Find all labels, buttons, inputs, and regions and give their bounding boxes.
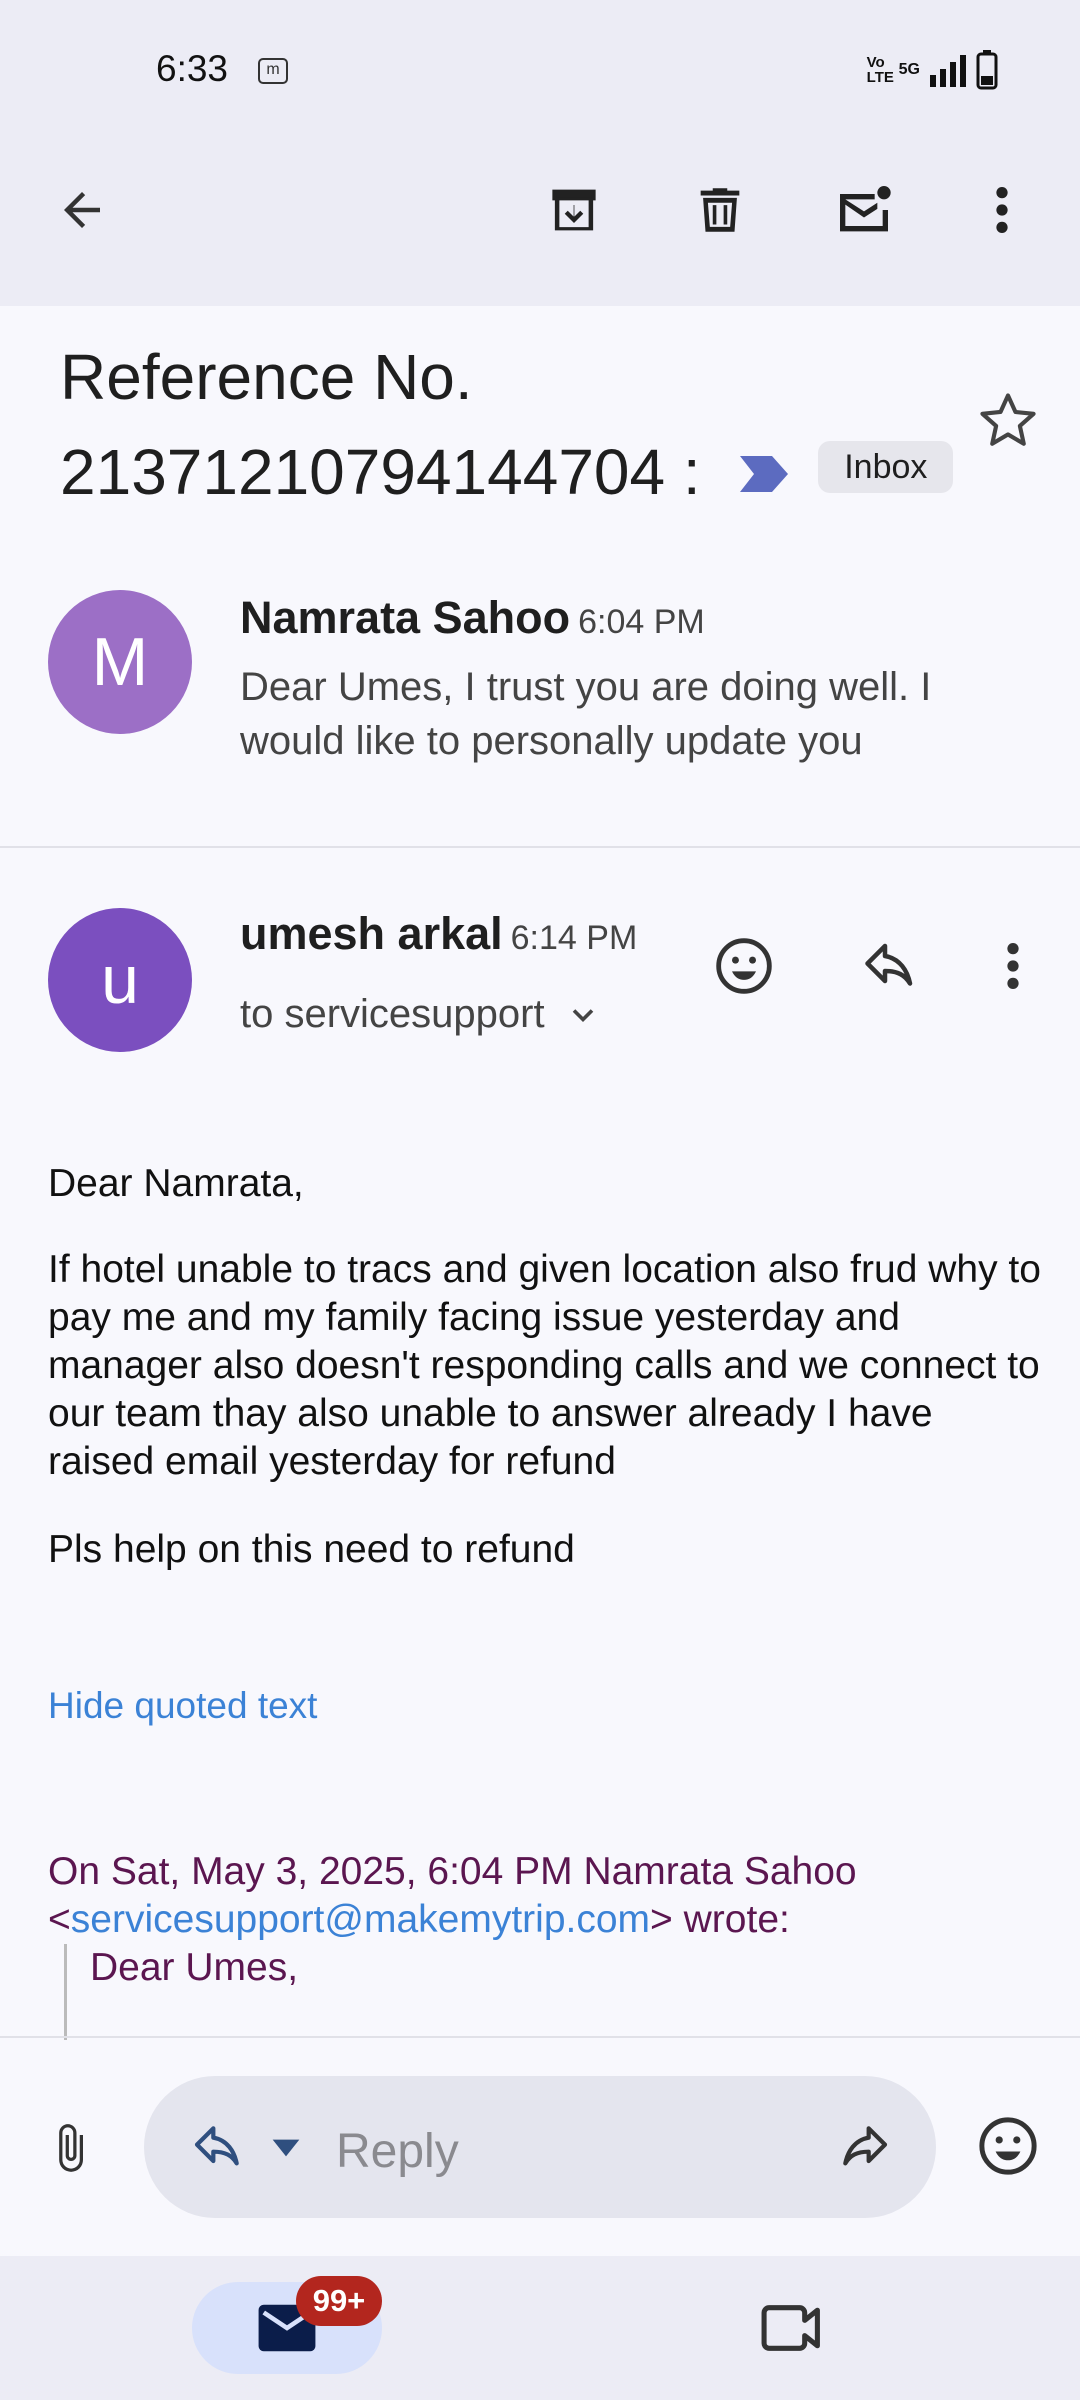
star-icon[interactable]	[972, 384, 1044, 456]
reply-divider	[0, 2036, 1080, 2038]
mark-unread-icon[interactable]	[830, 176, 898, 244]
archive-icon[interactable]	[540, 176, 608, 244]
avatar-u[interactable]: u	[48, 908, 192, 1052]
quote-bar	[64, 1944, 67, 2040]
meet-video-icon[interactable]	[756, 2296, 828, 2360]
quoted-header: On Sat, May 3, 2025, 6:04 PM Namrata Sah…	[48, 1848, 1048, 1992]
thread-divider	[0, 846, 1080, 848]
quote-header-line-2: <servicesupport@makemytrip.com> wrote:	[48, 1896, 1048, 1944]
sender-2-time: 6:14 PM	[510, 919, 638, 957]
more-vert-icon[interactable]	[968, 176, 1036, 244]
signal-icon	[930, 55, 966, 87]
quoted-line: Dear Umes,	[90, 1946, 299, 1989]
recipient-details-toggle[interactable]: to servicesupport	[240, 992, 601, 1037]
avatar-m[interactable]: M	[48, 590, 192, 734]
delete-icon[interactable]	[686, 176, 754, 244]
volte-label: Vo LTE	[866, 54, 894, 86]
sender-name-2[interactable]: umesh arkal 6:14 PM	[240, 908, 637, 960]
quote-wrote: > wrote:	[650, 1898, 790, 1941]
inbox-label-chip[interactable]: Inbox	[818, 441, 954, 494]
recipient-text: to servicesupport	[240, 992, 545, 1036]
reply-type-icon[interactable]	[180, 2114, 256, 2180]
important-marker-icon	[740, 456, 789, 492]
mail-unread-badge: 99+	[296, 2276, 382, 2326]
sender-1-name: Namrata Sahoo	[240, 592, 571, 643]
reply-icon[interactable]	[852, 928, 928, 1004]
reply-compose-bar[interactable]	[144, 2076, 936, 2218]
status-icons: Vo LTE 5G	[867, 50, 998, 90]
forward-icon[interactable]	[826, 2114, 902, 2180]
back-arrow-icon[interactable]	[48, 176, 116, 244]
hide-quoted-text-link[interactable]: Hide quoted text	[48, 1682, 1048, 1730]
quote-lt: <	[48, 1898, 71, 1941]
attachment-icon[interactable]	[36, 2110, 104, 2186]
message-greeting: Dear Namrata,	[48, 1162, 304, 1205]
subject-text: Reference No. 21371210794144704 :	[60, 341, 701, 508]
network-5g-label: 5G	[898, 61, 920, 78]
reply-input[interactable]: Reply	[336, 2124, 459, 2179]
quote-header-line-1: On Sat, May 3, 2025, 6:04 PM Namrata Sah…	[48, 1850, 857, 1893]
sender-1-time: 6:04 PM	[578, 603, 705, 641]
message-snippet[interactable]: Dear Umes, I trust you are doing well. I…	[240, 660, 1000, 768]
status-time: 6:33	[156, 48, 229, 89]
caret-down-icon[interactable]	[264, 2130, 308, 2166]
sender-2-name: umesh arkal	[240, 908, 503, 959]
message-paragraph-2: Pls help on this need to refund	[48, 1528, 575, 1571]
message-more-icon[interactable]	[988, 928, 1038, 1004]
email-subject: Reference No. 21371210794144704 : Inbox	[60, 330, 960, 520]
emoji-icon[interactable]	[970, 2108, 1046, 2184]
emoji-reaction-icon[interactable]	[706, 928, 782, 1004]
bottom-navigation	[0, 2256, 1080, 2400]
sender-name-1[interactable]: Namrata Sahoo 6:04 PM	[240, 592, 705, 644]
message-paragraph-1: If hotel unable to tracs and given locat…	[48, 1248, 1041, 1483]
quoted-email-link[interactable]: servicesupport@makemytrip.com	[71, 1898, 650, 1941]
battery-icon	[976, 50, 998, 90]
top-app-bar	[0, 0, 1080, 306]
chevron-down-icon	[572, 1008, 593, 1022]
notification-icon: m	[258, 58, 288, 84]
